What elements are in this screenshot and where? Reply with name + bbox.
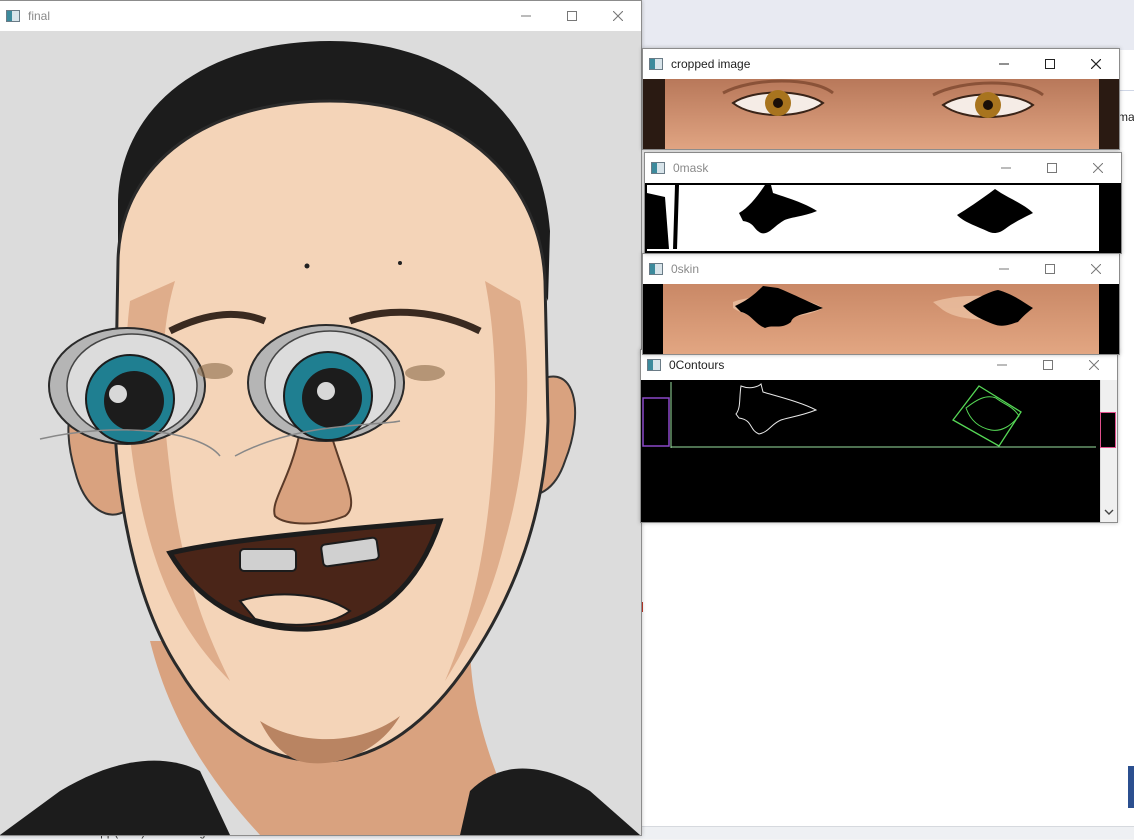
maximize-button[interactable] [1027, 254, 1073, 284]
opencv-window-icon [651, 162, 665, 174]
skin-window[interactable]: 0skin [642, 253, 1120, 355]
close-icon [1089, 360, 1099, 370]
opencv-window-icon [6, 10, 20, 22]
window-title: cropped image [671, 57, 751, 71]
maximize-icon [1045, 59, 1055, 69]
cropped-image [643, 79, 1119, 149]
final-image [0, 31, 641, 835]
editor-edge-text: ma [1118, 110, 1134, 126]
maximize-button[interactable] [1027, 49, 1073, 79]
close-button[interactable] [1073, 49, 1119, 79]
cropped-window[interactable]: cropped image [642, 48, 1120, 150]
close-button[interactable] [1075, 153, 1121, 183]
minimize-icon [999, 63, 1009, 65]
minimize-button[interactable] [503, 1, 549, 31]
close-icon [1091, 264, 1101, 274]
minimize-icon [997, 364, 1007, 366]
contours-image [641, 380, 1101, 522]
minimize-icon [521, 15, 531, 17]
maximize-icon [1047, 163, 1057, 173]
opencv-window-icon [647, 359, 661, 371]
maximize-icon [1043, 360, 1053, 370]
mask-window[interactable]: 0mask [644, 152, 1122, 254]
maximize-icon [1045, 264, 1055, 274]
mask-titlebar[interactable]: 0mask [645, 153, 1121, 183]
maximize-button[interactable] [549, 1, 595, 31]
contours-drawing [641, 380, 1101, 522]
contours-window[interactable]: 0Contours [640, 349, 1118, 523]
minimize-button[interactable] [981, 254, 1027, 284]
skin-titlebar[interactable]: 0skin [643, 254, 1119, 284]
opencv-window-icon [649, 58, 663, 70]
window-title: 0mask [673, 161, 709, 175]
desktop-top-band [640, 0, 1134, 50]
binary-mask [645, 183, 1121, 253]
cartoon-face-image [0, 31, 641, 835]
minimize-button[interactable] [983, 153, 1029, 183]
close-button[interactable] [595, 1, 641, 31]
eyes-photo [643, 79, 1119, 149]
cropped-titlebar[interactable]: cropped image [643, 49, 1119, 79]
final-window[interactable]: final [0, 0, 642, 836]
maximize-button[interactable] [1029, 153, 1075, 183]
minimize-button[interactable] [981, 49, 1027, 79]
close-icon [613, 11, 623, 21]
close-icon [1093, 163, 1103, 173]
taskbar-edge [1128, 766, 1134, 808]
skin-image [643, 284, 1119, 354]
contour-edge-fragment [1100, 412, 1116, 448]
final-titlebar[interactable]: final [0, 1, 641, 31]
mask-image [645, 183, 1121, 253]
close-icon [1091, 59, 1101, 69]
contours-scrollbar[interactable] [1100, 380, 1117, 522]
cartoon-eye-left [48, 327, 206, 445]
minimize-icon [999, 268, 1009, 270]
opencv-window-icon [649, 263, 663, 275]
close-button[interactable] [1073, 254, 1119, 284]
window-title: 0skin [671, 262, 700, 276]
minimize-icon [1001, 167, 1011, 169]
window-title: 0Contours [669, 358, 725, 372]
skin-mask-photo [643, 284, 1119, 354]
window-title: final [28, 9, 51, 23]
chevron-down-icon[interactable] [1101, 504, 1117, 520]
maximize-icon [567, 11, 577, 21]
